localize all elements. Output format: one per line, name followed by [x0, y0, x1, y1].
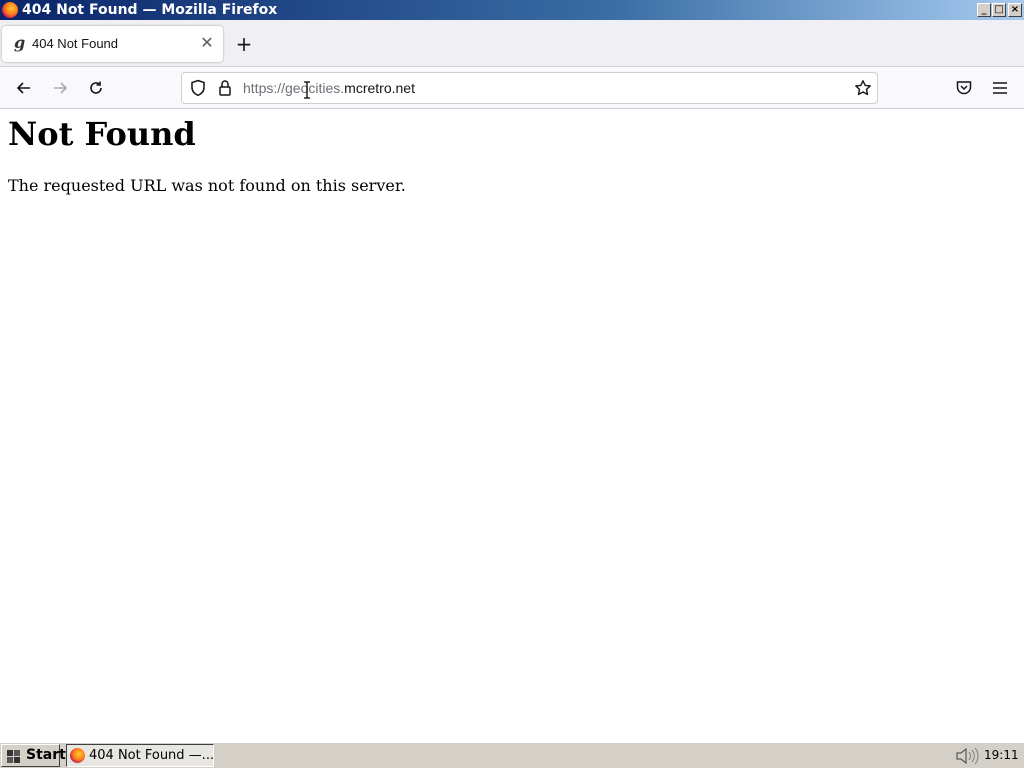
lock-icon[interactable]	[218, 79, 232, 101]
taskbar-clock: 19:11	[984, 748, 1019, 762]
start-logo-icon	[7, 750, 20, 763]
window-title: 404 Not Found — Mozilla Firefox	[22, 2, 278, 18]
navigation-toolbar: https://geocities.mcretro.net	[0, 67, 1024, 109]
firefox-icon	[2, 2, 18, 18]
new-tab-button[interactable]: +	[234, 34, 254, 54]
tab-strip: g 404 Not Found ✕ +	[0, 20, 1024, 67]
url-domain: mcretro.net	[344, 80, 415, 96]
maximize-button[interactable]: □	[992, 3, 1006, 17]
pocket-icon[interactable]	[955, 79, 973, 101]
text-cursor-icon	[304, 81, 310, 99]
hamburger-menu-icon[interactable]	[991, 79, 1009, 101]
page-content: Not Found The requested URL was not foun…	[0, 109, 1024, 742]
reload-icon	[90, 81, 102, 94]
page-message: The requested URL was not found on this …	[8, 176, 406, 195]
speaker-icon[interactable]	[955, 747, 981, 769]
close-window-button[interactable]: ×	[1008, 3, 1022, 17]
forward-button[interactable]	[48, 77, 72, 99]
shield-icon[interactable]	[190, 79, 206, 101]
reload-button[interactable]	[84, 77, 108, 99]
close-tab-icon[interactable]: ✕	[198, 34, 216, 52]
address-bar[interactable]: https://geocities.mcretro.net	[181, 72, 878, 104]
arrow-left-icon	[16, 82, 30, 94]
taskbar-item-firefox[interactable]: 404 Not Found —...	[66, 744, 214, 767]
firefox-icon	[70, 748, 85, 763]
arrow-right-icon	[54, 82, 68, 94]
taskbar-item-label: 404 Not Found —...	[89, 748, 214, 763]
taskbar: Start 404 Not Found —... 19:11	[0, 742, 1024, 768]
star-icon[interactable]	[854, 79, 872, 101]
back-button[interactable]	[12, 77, 36, 99]
page-heading: Not Found	[8, 115, 196, 153]
minimize-button[interactable]: _	[977, 3, 991, 17]
window-titlebar[interactable]: 404 Not Found — Mozilla Firefox _ □ ×	[0, 0, 1024, 20]
tab-title: 404 Not Found	[32, 36, 119, 51]
start-label: Start	[26, 747, 66, 763]
start-button[interactable]: Start	[1, 744, 66, 767]
url-field[interactable]: https://geocities.mcretro.net	[243, 80, 415, 96]
url-prefix: https://geocities.	[243, 80, 345, 96]
site-favicon-icon: g	[14, 33, 26, 52]
tab-404-not-found[interactable]: g 404 Not Found ✕	[2, 26, 223, 62]
